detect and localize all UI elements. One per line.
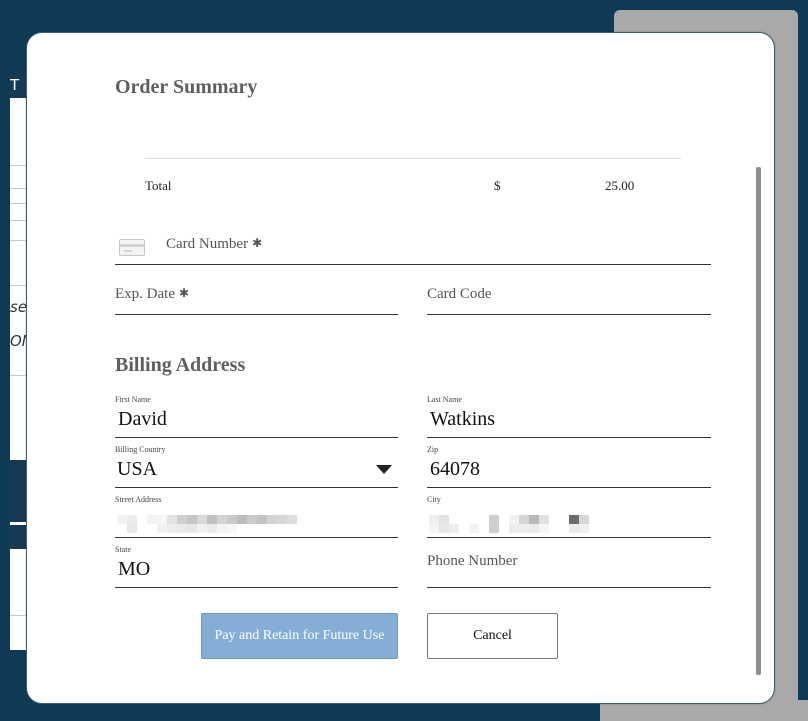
last-name-label: Last Name xyxy=(427,395,462,404)
billing-country-label: Billing Country xyxy=(115,445,166,454)
state-value: MO xyxy=(118,558,151,580)
card-number-field[interactable]: Card Number ✱ xyxy=(115,233,711,265)
street-address-label: Street Address xyxy=(115,495,162,504)
exp-date-field[interactable]: Exp. Date ✱ xyxy=(115,283,398,315)
required-asterisk: ✱ xyxy=(252,236,263,250)
last-name-field[interactable]: Last Name Watkins xyxy=(427,395,711,438)
city-field[interactable]: City xyxy=(427,495,711,538)
total-label: Total xyxy=(145,178,172,193)
summary-divider xyxy=(145,158,681,159)
state-field[interactable]: State MO xyxy=(115,545,398,588)
card-code-field[interactable]: Card Code xyxy=(427,283,711,315)
first-name-label: First Name xyxy=(115,395,151,404)
billing-country-value: USA xyxy=(117,458,158,480)
pay-and-retain-button[interactable]: Pay and Retain for Future Use xyxy=(201,613,398,659)
street-address-field[interactable]: Street Address xyxy=(115,495,398,538)
zip-field[interactable]: Zip 64078 xyxy=(427,445,711,488)
first-name-field[interactable]: First Name David xyxy=(115,395,398,438)
modal-scrollbar[interactable] xyxy=(756,167,761,675)
phone-number-field[interactable]: Phone Number xyxy=(427,545,711,588)
credit-card-icon xyxy=(119,239,145,256)
total-currency: $ xyxy=(494,178,501,193)
phone-number-placeholder: Phone Number xyxy=(427,553,518,569)
redacted-city-value xyxy=(429,515,599,533)
exp-date-placeholder: Exp. Date ✱ xyxy=(115,286,190,302)
billing-country-select[interactable]: Billing Country USA xyxy=(115,445,398,488)
state-label: State xyxy=(115,545,131,554)
zip-value: 64078 xyxy=(430,458,480,480)
order-summary-title: Order Summary xyxy=(115,76,258,98)
cancel-button[interactable]: Cancel xyxy=(427,613,558,659)
city-label: City xyxy=(427,495,441,504)
required-asterisk: ✱ xyxy=(178,286,190,300)
chevron-down-icon[interactable] xyxy=(376,465,392,474)
last-name-value: Watkins xyxy=(430,408,496,430)
total-amount: 25.00 xyxy=(605,178,635,193)
zip-label: Zip xyxy=(427,445,439,454)
card-number-placeholder: Card Number ✱ xyxy=(166,236,263,252)
first-name-value: David xyxy=(118,408,167,430)
card-code-placeholder: Card Code xyxy=(427,286,492,302)
payment-modal: Order Summary Total $ 25.00 Card Number ✱… xyxy=(26,32,775,704)
billing-address-title: Billing Address xyxy=(115,354,246,376)
redacted-street-value xyxy=(117,515,297,533)
